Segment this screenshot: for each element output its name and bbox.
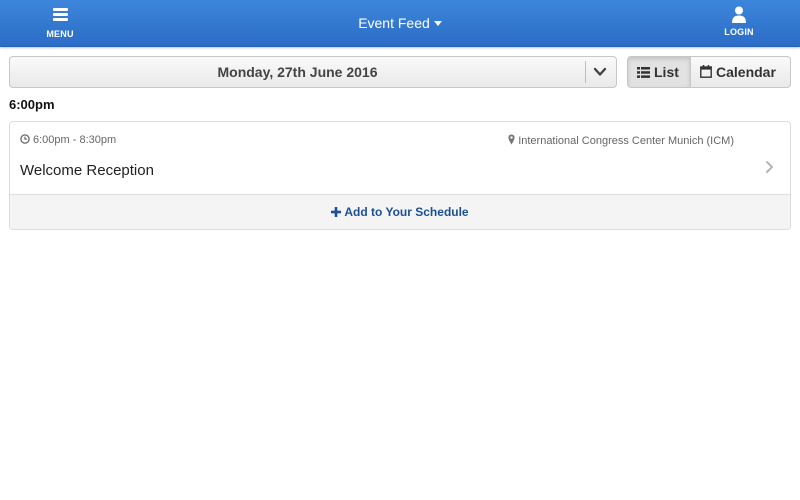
event-title: Welcome Reception — [20, 162, 154, 179]
event-location: International Congress Center Munich (IC… — [508, 134, 734, 147]
chevron-right-icon — [766, 161, 773, 173]
calendar-view-label: Calendar — [716, 64, 776, 80]
event-card: 6:00pm - 8:30pm International Congress C… — [9, 121, 791, 230]
add-to-schedule-label: Add to Your Schedule — [344, 205, 469, 219]
event-location-label: International Congress Center Munich (IC… — [518, 135, 734, 147]
chevron-down-icon[interactable] — [593, 66, 607, 78]
selected-date: Monday, 27th June 2016 — [217, 64, 378, 80]
list-icon — [637, 67, 650, 78]
plus-icon — [331, 207, 342, 217]
calendar-icon — [700, 65, 712, 78]
list-view-label: List — [654, 64, 679, 80]
event-details-link[interactable]: 6:00pm - 8:30pm International Congress C… — [10, 122, 790, 194]
event-feed-dropdown[interactable]: Event Feed — [300, 15, 500, 31]
login-label: LOGIN — [724, 27, 754, 37]
top-nav-bar: MENU Event Feed LOGIN — [0, 0, 800, 47]
menu-button[interactable]: MENU — [36, 7, 84, 43]
add-to-schedule-button[interactable]: Add to Your Schedule — [10, 194, 790, 229]
clock-icon — [20, 134, 30, 144]
login-button[interactable]: LOGIN — [715, 6, 763, 44]
view-toggle: List Calendar — [627, 56, 791, 88]
event-time-range: 6:00pm - 8:30pm — [33, 134, 117, 146]
hamburger-icon — [52, 8, 68, 21]
user-icon — [732, 6, 746, 23]
date-selector-divider — [585, 61, 586, 83]
date-selector[interactable]: Monday, 27th June 2016 — [9, 56, 617, 88]
calendar-view-button[interactable]: Calendar — [690, 57, 790, 87]
caret-down-icon — [433, 20, 442, 26]
menu-label: MENU — [46, 29, 74, 39]
time-group-heading: 6:00pm — [9, 97, 55, 112]
map-pin-icon — [508, 134, 515, 145]
list-view-button[interactable]: List — [628, 57, 690, 87]
page-title: Event Feed — [358, 15, 430, 31]
event-time: 6:00pm - 8:30pm — [20, 134, 116, 146]
